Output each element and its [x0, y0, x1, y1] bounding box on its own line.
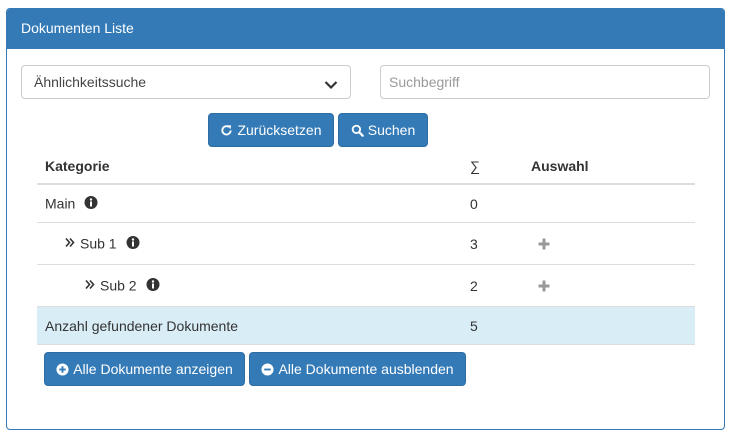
search-input[interactable]	[380, 65, 710, 99]
count-cell: 3	[470, 235, 478, 252]
header-sum: ∑	[470, 158, 480, 174]
double-chevron-right-icon[interactable]	[64, 236, 76, 252]
refresh-icon	[220, 124, 233, 137]
reset-button[interactable]: Zurücksetzen	[208, 113, 334, 147]
show-all-label: Alle Dokumente anzeigen	[73, 361, 233, 377]
category-cell: Sub 1	[64, 235, 140, 252]
reset-label: Zurücksetzen	[237, 122, 322, 138]
count-cell: 0	[470, 195, 478, 212]
search-mode-value: Ähnlichkeitssuche	[34, 74, 147, 90]
panel-title: Dokumenten Liste	[7, 9, 724, 49]
info-icon[interactable]	[146, 277, 160, 294]
plus-icon[interactable]	[538, 280, 550, 292]
info-icon[interactable]	[126, 235, 140, 252]
search-label: Suchen	[367, 122, 416, 138]
table-row: Main 0	[37, 185, 695, 223]
hide-all-label: Alle Dokumente ausblenden	[278, 361, 454, 377]
plus-circle-icon	[56, 362, 69, 376]
info-icon[interactable]	[84, 195, 98, 212]
show-all-documents-button[interactable]: Alle Dokumente anzeigen	[44, 352, 245, 386]
category-table: Kategorie ∑ Auswahl Main 0 Sub 1 3 Sub 2…	[37, 149, 695, 345]
total-count: 5	[470, 317, 478, 334]
minus-circle-icon	[261, 362, 274, 376]
hide-all-documents-button[interactable]: Alle Dokumente ausblenden	[249, 352, 466, 386]
search-mode-select[interactable]: Ähnlichkeitssuche	[21, 65, 351, 99]
total-row: Anzahl gefundener Dokumente 5	[37, 307, 695, 345]
total-label: Anzahl gefundener Dokumente	[45, 317, 239, 334]
header-category: Kategorie	[45, 158, 110, 174]
table-row: Sub 1 3	[37, 223, 695, 265]
search-button[interactable]: Suchen	[338, 113, 428, 147]
table-row: Sub 2 2	[37, 265, 695, 307]
documents-panel: Dokumenten Liste Ähnlichkeitssuche Zurüc…	[6, 8, 725, 430]
category-label: Sub 1	[80, 235, 117, 252]
table-header-row: Kategorie ∑ Auswahl	[37, 149, 695, 185]
category-cell: Main	[45, 195, 98, 212]
category-cell: Sub 2	[84, 277, 160, 294]
category-label: Main	[45, 195, 76, 212]
double-chevron-right-icon[interactable]	[84, 278, 96, 294]
search-icon	[351, 124, 364, 137]
count-cell: 2	[470, 277, 478, 294]
header-selection: Auswahl	[531, 158, 589, 174]
plus-icon[interactable]	[538, 238, 550, 250]
category-label: Sub 2	[100, 277, 137, 294]
chevron-down-icon	[324, 77, 338, 93]
